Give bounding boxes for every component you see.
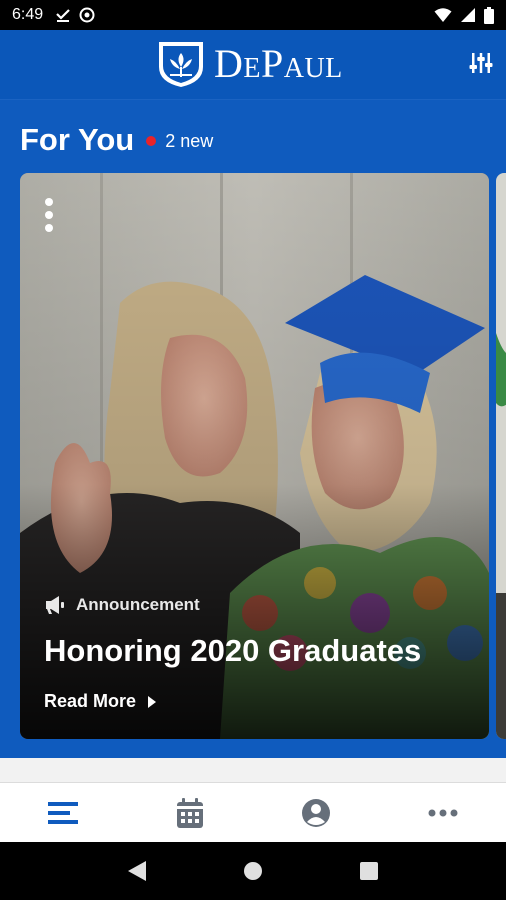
vpn-icon <box>79 7 95 23</box>
system-nav-bar <box>0 842 506 900</box>
menu-dot <box>45 224 53 232</box>
content-divider <box>0 758 506 782</box>
new-indicator-dot <box>146 136 157 146</box>
new-count-label: 2 new <box>165 130 214 151</box>
for-you-header: For You 2 new <box>20 122 213 158</box>
back-icon[interactable] <box>128 861 147 881</box>
tab-more[interactable] <box>380 783 506 842</box>
tune-sliders-icon[interactable] <box>468 50 494 76</box>
card-title: Honoring 2020 Graduates <box>44 633 422 668</box>
signal-icon <box>461 8 475 22</box>
status-system-icons <box>434 6 494 24</box>
app-header: DePaul <box>0 30 506 100</box>
wifi-icon <box>434 8 452 22</box>
brand-name: DePaul <box>214 41 343 86</box>
battery-icon <box>484 6 494 24</box>
read-more-label: Read More <box>44 691 137 711</box>
tab-calendar[interactable] <box>127 783 254 842</box>
calendar-icon <box>176 797 203 828</box>
status-notification-icons <box>55 7 95 23</box>
menu-dot <box>45 211 53 219</box>
tab-account[interactable] <box>253 783 380 842</box>
download-done-icon <box>56 9 70 22</box>
bottom-tab-bar <box>0 782 506 842</box>
account-icon <box>302 798 331 827</box>
card-category-label: Announcement <box>76 595 200 614</box>
status-bar: 6:49 <box>0 0 506 30</box>
status-time: 6:49 <box>12 6 44 23</box>
card-more-vertical-icon[interactable] <box>42 198 56 232</box>
megaphone-icon <box>46 596 64 614</box>
recents-icon[interactable] <box>359 862 378 880</box>
app-screen: DePaul For You 2 new Announcement Honori… <box>0 30 506 842</box>
play-arrow-icon <box>148 695 157 708</box>
feed-list-icon <box>48 801 79 824</box>
next-card-peek[interactable] <box>496 173 506 739</box>
read-more-link[interactable]: Read More <box>44 691 157 712</box>
home-icon[interactable] <box>243 861 263 881</box>
announcement-card[interactable]: Announcement Honoring 2020 Graduates Rea… <box>20 173 489 739</box>
depaul-shield-logo <box>159 42 203 87</box>
menu-dot <box>45 198 53 206</box>
depaul-logo: DePaul <box>156 39 343 89</box>
section-title: For You <box>20 122 135 157</box>
tab-feed[interactable] <box>0 783 127 842</box>
more-horizontal-icon <box>428 809 458 816</box>
card-category: Announcement <box>44 595 200 615</box>
